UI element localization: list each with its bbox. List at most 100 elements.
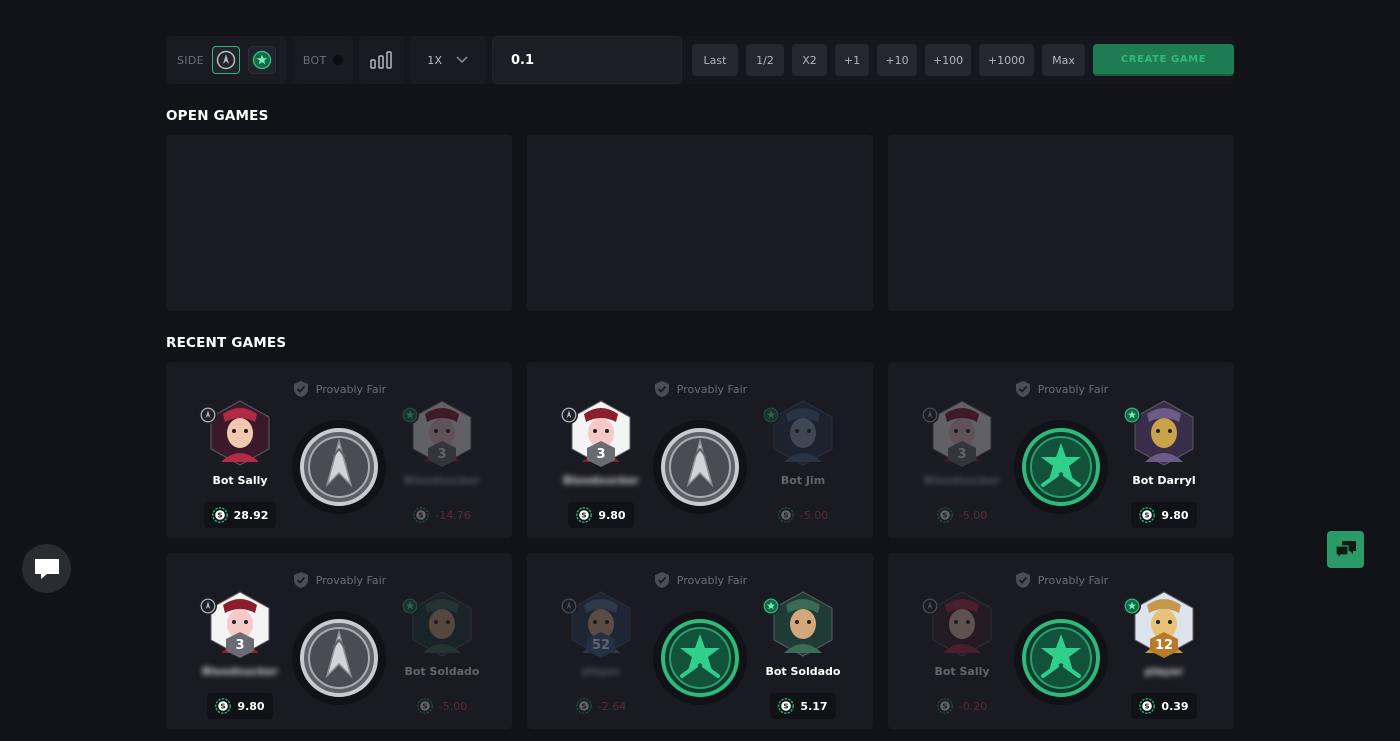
bot-toggle-box[interactable]: BOT (292, 36, 353, 84)
counter-terrorist-icon (401, 597, 419, 615)
t-coin-icon (300, 619, 378, 697)
avatar-image (773, 591, 833, 657)
avatar (921, 591, 993, 657)
multiplier-select[interactable]: 1X (409, 36, 486, 84)
coin-icon: S (215, 698, 232, 714)
avatar: 3 (199, 591, 271, 659)
stats-button[interactable] (358, 36, 404, 84)
counter-terrorist-icon (1123, 406, 1141, 424)
provably-fair-label[interactable]: Provably Fair (527, 380, 873, 398)
amount-value: -14.76 (435, 508, 471, 522)
player-amount: S -14.76 (405, 502, 478, 528)
amount-value: -5.00 (958, 508, 988, 522)
quick-double-button[interactable]: X2 (791, 44, 827, 76)
player-name: Bot Soldado (765, 665, 841, 678)
avatar (1123, 400, 1195, 466)
ct-coin-icon (661, 619, 739, 697)
provably-fair-label[interactable]: Provably Fair (166, 380, 512, 398)
svg-text:S: S (422, 702, 427, 711)
player-left: 52 player S -2.64 (546, 591, 656, 719)
player-amount: S -5.00 (409, 693, 475, 719)
fair-text: Provably Fair (315, 573, 387, 587)
provably-fair-label[interactable]: Provably Fair (888, 571, 1234, 589)
result-coin (1014, 611, 1108, 705)
coin-icon: S (1139, 698, 1156, 714)
amount-value: -5.00 (799, 508, 829, 522)
level-badge: 3 (947, 440, 977, 468)
amount-value: -2.64 (597, 699, 627, 713)
provably-fair-label[interactable]: Provably Fair (527, 571, 873, 589)
coin-icon: S (211, 507, 228, 523)
player-amount: S 5.17 (770, 693, 836, 719)
player-right: Bot Soldado S -5.00 (387, 591, 497, 719)
player-name: Bot Jim (780, 474, 826, 487)
recent-game-card[interactable]: Provably Fair Bot Sally S -0.20 12 playe… (888, 553, 1234, 729)
provably-fair-label[interactable]: Provably Fair (166, 571, 512, 589)
side-ct-button[interactable] (247, 46, 276, 74)
fair-text: Provably Fair (676, 573, 748, 587)
quick-plus1-button[interactable]: +1 (834, 44, 869, 76)
terrorist-icon (199, 406, 217, 424)
counter-terrorist-icon (1123, 597, 1141, 615)
result-coin (1014, 420, 1108, 514)
counter-terrorist-icon (762, 597, 780, 615)
avatar (199, 400, 271, 466)
quick-plus10-button[interactable]: +10 (876, 44, 917, 76)
recent-game-card[interactable]: Provably Fair Bot Sally S 28.92 3 Bloods… (166, 362, 512, 538)
terrorist-icon (199, 597, 217, 615)
player-name: Bot Sally (934, 665, 990, 678)
level-badge: 3 (225, 631, 255, 659)
multiplier-value: 1X (427, 53, 443, 67)
avatar: 52 (560, 591, 632, 658)
shield-check-icon (654, 572, 669, 588)
terrorist-icon (560, 597, 578, 615)
player-amount: S 9.80 (568, 502, 634, 528)
svg-text:S: S (221, 702, 226, 711)
recent-game-card[interactable]: Provably Fair 3 Bloodsucker S 9.80 (527, 362, 873, 538)
avatar: 3 (921, 400, 993, 468)
avatar: 3 (401, 400, 473, 467)
shield-check-icon (293, 381, 308, 397)
recent-game-card[interactable]: Provably Fair 52 player S -2.64 Bot Sold… (527, 553, 873, 729)
open-game-slot (888, 135, 1234, 311)
chevron-down-icon (456, 56, 468, 64)
coin-icon: S (778, 698, 795, 714)
quick-max-button[interactable]: Max (1041, 44, 1085, 76)
quick-plus1000-button[interactable]: +1000 (978, 44, 1034, 76)
counter-terrorist-icon (762, 406, 780, 424)
bot-toggle[interactable] (332, 55, 343, 65)
bet-amount-field[interactable]: S (491, 36, 693, 84)
avatar-image (412, 591, 472, 657)
player-name: player (1144, 665, 1184, 678)
bar-chart-icon (370, 51, 392, 69)
recent-game-card[interactable]: Provably Fair 3 Bloodsucker S 9.80 (166, 553, 512, 729)
player-name: player (581, 665, 621, 678)
avatar-image (773, 400, 833, 466)
create-game-button[interactable]: CREATE GAME (1092, 44, 1235, 76)
quick-half-button[interactable]: 1/2 (745, 44, 784, 76)
game-toolbar: SIDE BOT 1X 0.1 Last 1/2 X2 +1 +10 +100 … (166, 36, 1235, 84)
player-name: Bot Sally (212, 474, 268, 487)
player-left: 3 Bloodsucker S 9.80 (185, 591, 295, 719)
quick-plus100-button[interactable]: +100 (924, 44, 971, 76)
amount-value: 28.92 (233, 508, 269, 522)
result-coin (653, 420, 747, 514)
recent-game-card[interactable]: Provably Fair 3 Bloodsucker S -5.00 Bot … (888, 362, 1234, 538)
terrorist-icon (560, 406, 578, 424)
svg-text:S: S (1145, 511, 1150, 520)
chat-toggle-button[interactable] (22, 544, 71, 593)
provably-fair-label[interactable]: Provably Fair (888, 380, 1234, 398)
support-chat-button[interactable] (1327, 531, 1364, 568)
bet-amount-input[interactable] (510, 52, 693, 68)
player-name: Bloodsucker (404, 474, 480, 487)
side-label: SIDE (177, 53, 204, 67)
ct-coin-icon (1022, 428, 1100, 506)
t-coin-icon (661, 428, 739, 506)
side-t-button[interactable] (211, 46, 240, 74)
svg-text:S: S (1145, 702, 1150, 711)
avatar (762, 400, 834, 466)
support-chat-icon (1334, 540, 1356, 559)
svg-text:S: S (942, 702, 947, 711)
terrorist-icon (216, 50, 236, 70)
quick-last-button[interactable]: Last (691, 44, 738, 76)
